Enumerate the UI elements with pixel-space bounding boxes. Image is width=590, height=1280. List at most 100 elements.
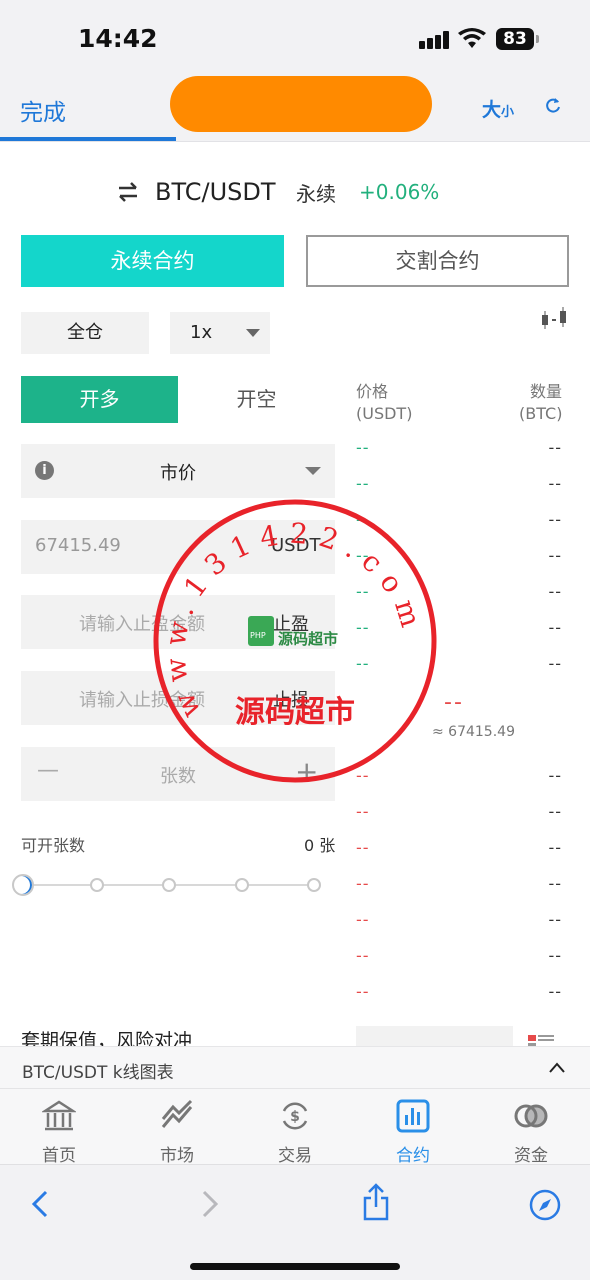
slider-handle[interactable]: [12, 874, 34, 896]
row-quantity: --: [548, 582, 562, 601]
bid-row[interactable]: -- --: [356, 582, 562, 602]
row-quantity: --: [548, 474, 562, 493]
row-price: --: [356, 510, 370, 529]
take-profit-placeholder: 请输入止盈金额: [79, 614, 205, 635]
trading-content: BTC/USDT 永续 +0.06% 永续合约 交割合约 全仓 1x 开多 开空…: [0, 142, 590, 1046]
row-quantity: --: [548, 766, 562, 785]
row-price: --: [356, 766, 370, 785]
row-price: --: [356, 546, 370, 565]
row-price: --: [356, 474, 370, 493]
row-quantity: --: [548, 910, 562, 929]
done-button[interactable]: 完成: [20, 93, 66, 127]
nav-contract[interactable]: 合约: [354, 1089, 472, 1166]
row-quantity: --: [548, 982, 562, 1001]
price-value: 67415.49: [35, 535, 121, 556]
available-label: 可开张数: [21, 836, 86, 855]
tab-delivery[interactable]: 交割合约: [306, 235, 569, 287]
ask-row[interactable]: -- --: [356, 946, 562, 966]
pair-header[interactable]: BTC/USDT 永续 +0.06%: [0, 176, 590, 210]
ask-row[interactable]: -- --: [356, 982, 562, 1002]
row-price: --: [356, 910, 370, 929]
stop-loss-field[interactable]: 请输入止损金额 止损: [21, 671, 335, 725]
tab-perpetual[interactable]: 永续合约: [21, 235, 284, 287]
compass-icon[interactable]: [529, 1189, 561, 1221]
slider-step-75[interactable]: [235, 878, 249, 892]
load-progress-bar: [0, 137, 176, 141]
ob-price-unit: (USDT): [356, 404, 413, 423]
chevron-up-icon[interactable]: [548, 1060, 566, 1074]
row-price: --: [356, 618, 370, 637]
nav-contract-label: 合约: [396, 1146, 430, 1166]
row-price: --: [356, 874, 370, 893]
nav-funds[interactable]: 资金: [472, 1089, 590, 1166]
text-size-small: 小: [501, 105, 515, 120]
row-quantity: --: [548, 438, 562, 457]
take-profit-field[interactable]: 请输入止盈金额 止盈: [21, 595, 335, 649]
row-price: --: [356, 982, 370, 1001]
ob-price-header: 价格: [356, 382, 389, 401]
leverage-select[interactable]: 1x: [170, 312, 270, 354]
mid-price-reference: ≈ 67415.49: [432, 724, 515, 740]
hedge-label: 套期保值，风险对冲: [21, 1030, 193, 1046]
nav-trade[interactable]: $ 交易: [236, 1089, 354, 1166]
status-time: 14:42: [78, 24, 158, 53]
row-quantity: --: [548, 838, 562, 857]
refresh-icon[interactable]: [543, 96, 563, 116]
stop-loss-placeholder: 请输入止损金额: [79, 690, 205, 711]
open-long-tab[interactable]: 开多: [21, 376, 178, 423]
wifi-icon: [458, 28, 486, 48]
slider-step-50[interactable]: [162, 878, 176, 892]
increase-button[interactable]: +: [295, 755, 318, 788]
quantity-placeholder: 张数: [160, 766, 196, 787]
swap-arrows-icon[interactable]: [116, 180, 140, 204]
ask-row[interactable]: -- --: [356, 802, 562, 822]
open-short-tab[interactable]: 开空: [178, 376, 335, 423]
price-field[interactable]: 67415.49 USDT: [21, 520, 335, 574]
available-value: 0 张: [304, 836, 336, 855]
depth-toggle-icon[interactable]: [528, 1035, 554, 1046]
home-indicator: [190, 1263, 400, 1270]
browser-toolbar: [0, 1164, 590, 1280]
back-icon[interactable]: [30, 1189, 50, 1219]
bid-row[interactable]: -- --: [356, 546, 562, 566]
take-profit-label: 止盈: [273, 614, 309, 635]
quantity-stepper[interactable]: — 张数 +: [21, 747, 335, 801]
share-icon[interactable]: [362, 1183, 390, 1221]
bid-row[interactable]: -- --: [356, 510, 562, 530]
ob-qty-unit: (BTC): [519, 404, 563, 423]
nav-market-label: 市场: [160, 1146, 194, 1166]
bid-row[interactable]: -- --: [356, 618, 562, 638]
candlestick-chart-icon[interactable]: [540, 305, 570, 331]
bid-row[interactable]: -- --: [356, 438, 562, 458]
bid-row[interactable]: -- --: [356, 654, 562, 674]
hedge-input[interactable]: [356, 1026, 513, 1046]
ask-row[interactable]: -- --: [356, 766, 562, 786]
pair-name: BTC/USDT: [155, 178, 276, 206]
slider-step-25[interactable]: [90, 878, 104, 892]
nav-market[interactable]: 市场: [118, 1089, 236, 1166]
ask-row[interactable]: -- --: [356, 874, 562, 894]
bid-row[interactable]: -- --: [356, 474, 562, 494]
text-size-button[interactable]: 大小: [482, 95, 514, 122]
slider-step-100[interactable]: [307, 878, 321, 892]
contract-type-label: 永续: [296, 182, 336, 206]
ask-row[interactable]: -- --: [356, 910, 562, 930]
margin-mode-button[interactable]: 全仓: [21, 312, 149, 354]
order-type-select[interactable]: i 市价: [21, 444, 335, 498]
cellular-signal-icon: [419, 29, 449, 49]
svg-text:$: $: [290, 1109, 300, 1125]
nav-home[interactable]: 首页: [0, 1089, 118, 1166]
nav-funds-label: 资金: [514, 1146, 548, 1166]
row-quantity: --: [548, 618, 562, 637]
ask-row[interactable]: -- --: [356, 838, 562, 858]
forward-icon[interactable]: [200, 1189, 220, 1219]
row-quantity: --: [548, 510, 562, 529]
home-icon: [42, 1100, 76, 1131]
price-unit: USDT: [271, 535, 321, 556]
kline-chart-bar[interactable]: BTC/USDT k线图表: [0, 1046, 590, 1088]
redacted-url-scribble: [170, 76, 432, 132]
market-chart-icon: [161, 1099, 193, 1128]
chevron-down-icon: [246, 329, 260, 337]
text-size-large: 大: [482, 99, 502, 121]
stop-loss-label: 止损: [273, 690, 309, 711]
